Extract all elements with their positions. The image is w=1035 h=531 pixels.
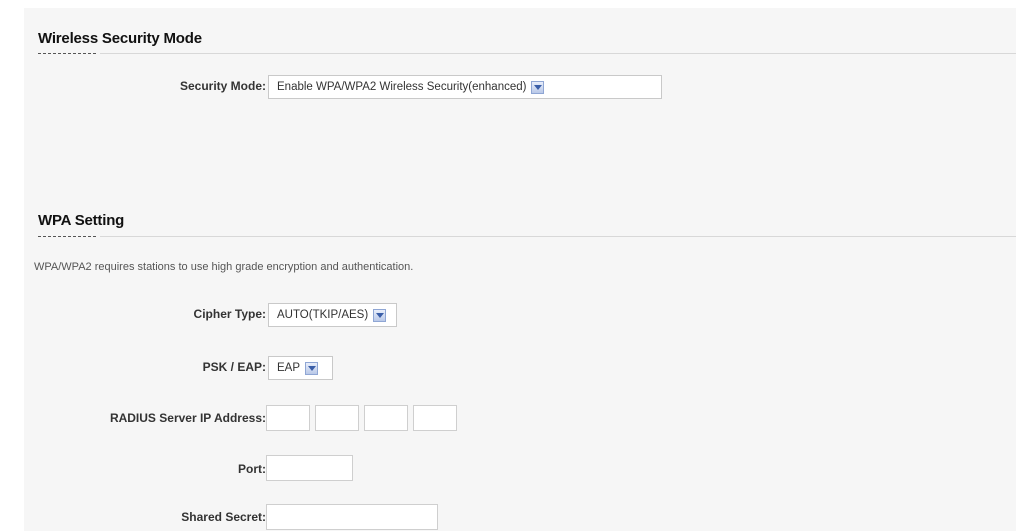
psk-eap-value: EAP: [277, 362, 301, 374]
psk-eap-select[interactable]: EAP: [268, 356, 333, 380]
cipher-type-select[interactable]: AUTO(TKIP/AES): [268, 303, 397, 327]
security-mode-value: Enable WPA/WPA2 Wireless Security(enhanc…: [277, 81, 527, 93]
port-input[interactable]: [266, 455, 353, 481]
wpa-description: WPA/WPA2 requires stations to use high g…: [34, 261, 414, 273]
cipher-type-value: AUTO(TKIP/AES): [277, 309, 369, 321]
section-title-wpa-setting: WPA Setting: [38, 212, 125, 229]
section-divider: [100, 53, 1016, 54]
security-mode-label: Security Mode:: [179, 79, 266, 93]
psk-eap-label: PSK / EAP:: [202, 360, 266, 374]
cipher-type-label: Cipher Type:: [193, 307, 266, 321]
port-label: Port:: [238, 462, 266, 476]
chevron-down-icon[interactable]: [531, 80, 545, 94]
settings-panel: Wireless Security Mode Security Mode: En…: [24, 8, 1016, 531]
security-mode-select[interactable]: Enable WPA/WPA2 Wireless Security(enhanc…: [268, 75, 662, 99]
shared-secret-label: Shared Secret:: [181, 510, 266, 524]
chevron-down-icon[interactable]: [305, 361, 319, 375]
section-title-underline: [38, 53, 96, 54]
radius-ip-octet-3[interactable]: [364, 405, 408, 431]
chevron-down-icon[interactable]: [373, 308, 387, 322]
radius-ip-octet-4[interactable]: [413, 405, 457, 431]
section-divider: [100, 236, 1016, 237]
section-title-security-mode: Wireless Security Mode: [38, 30, 202, 47]
radius-ip-octet-2[interactable]: [315, 405, 359, 431]
radius-ip-octet-1[interactable]: [266, 405, 310, 431]
section-title-underline: [38, 236, 96, 237]
shared-secret-input[interactable]: [266, 504, 438, 530]
radius-server-ip-label: RADIUS Server IP Address:: [109, 411, 266, 425]
